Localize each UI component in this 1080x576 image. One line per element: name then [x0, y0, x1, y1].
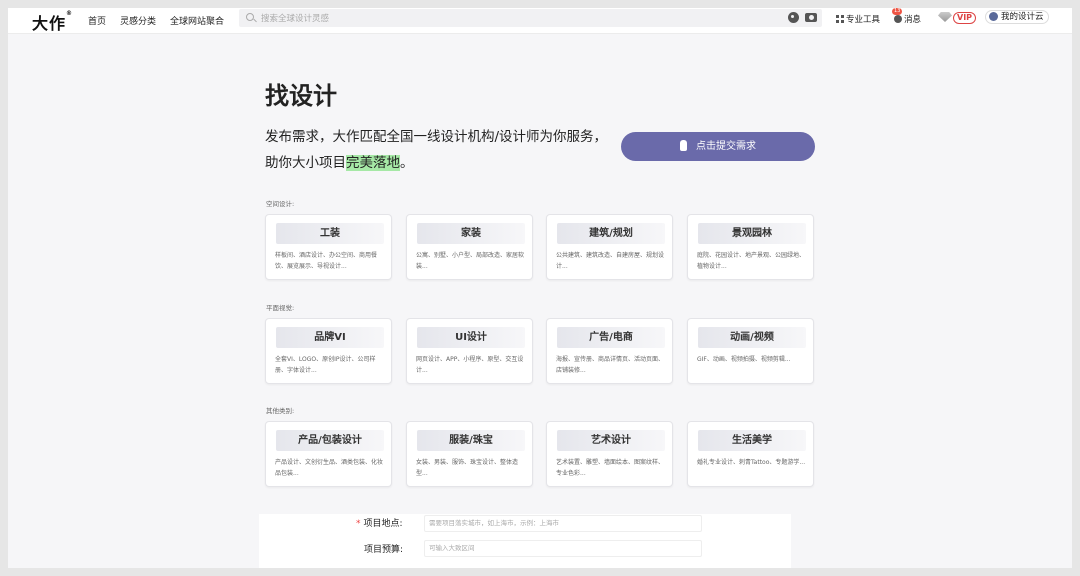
intro-line-2: 助你大小项目完美落地。	[265, 155, 414, 171]
card-title: 生活美学	[698, 430, 806, 451]
my-design-cloud-button[interactable]: 我的设计云	[985, 10, 1049, 24]
highlighted-text: 完美落地	[346, 155, 400, 171]
category-card[interactable]: 产品/包装设计 产品设计、文创衍生品、酒类包装、化妆品包装...	[265, 421, 392, 487]
card-title: 建筑/规划	[557, 223, 665, 244]
nav-link-home[interactable]: 首页	[88, 14, 106, 27]
category-card[interactable]: 广告/电商 海报、宣传册、商品详情页、活动页面、店铺装修...	[546, 318, 673, 384]
avatar	[989, 12, 998, 21]
card-desc: 样板间、酒店设计、办公空间、商用餐饮、展览展示、导视设计...	[275, 252, 378, 270]
card-desc: 公寓、别墅、小户型、局部改造、家居软装...	[416, 252, 525, 270]
budget-input[interactable]: 可输入大致区间	[424, 540, 702, 557]
category-card[interactable]: 艺术设计 艺术装置、雕塑、墙面绘本、图案纹样、专业色彩...	[546, 421, 673, 487]
page-frame: 大作® 首页 灵感分类 全球网站聚合 搜索全球设计灵感 专业工具 13 消息 V…	[8, 8, 1072, 568]
location-label: * 项目地点:	[356, 519, 403, 529]
card-title: 动画/视频	[698, 327, 806, 348]
messages-button[interactable]: 消息	[894, 13, 921, 25]
card-desc: 网页设计、APP、小程序、原型、交互设计...	[416, 356, 524, 374]
nav-link-global-sites[interactable]: 全球网站聚合	[170, 14, 224, 27]
category-card[interactable]: 景观园林 庭院、花园设计、地产景观、公园绿地、植物设计...	[687, 214, 814, 280]
card-desc: 艺术装置、雕塑、墙面绘本、图案纹样、专业色彩...	[556, 459, 665, 477]
card-desc: 全套VI、LOGO、原创IP设计、公司样册、字体设计...	[275, 356, 376, 374]
card-desc: 庭院、花园设计、地产景观、公园绿地、植物设计...	[697, 252, 806, 270]
camera-icon[interactable]	[805, 13, 817, 22]
grid-icon	[836, 15, 844, 23]
card-title: 品牌VI	[276, 327, 384, 348]
card-desc: GIF、动画、视频拍摄、视频剪辑...	[697, 356, 791, 363]
registered-mark: ®	[66, 10, 74, 17]
location-input[interactable]: 需要项目落实城市，如上海市，示例：上海市	[424, 515, 702, 532]
bell-icon	[894, 15, 902, 23]
card-desc: 女装、男装、服饰、珠宝设计、整体造型...	[416, 459, 519, 477]
nav-link-categories[interactable]: 灵感分类	[120, 14, 156, 27]
card-title: 广告/电商	[557, 327, 665, 348]
category-card[interactable]: 家装 公寓、别墅、小户型、局部改造、家居软装...	[406, 214, 533, 280]
category-card[interactable]: 建筑/规划 公共建筑、建筑改造、自建房屋、规划设计...	[546, 214, 673, 280]
submit-request-button[interactable]: 点击提交需求	[621, 132, 815, 161]
card-title: 产品/包装设计	[276, 430, 384, 451]
diamond-icon	[938, 12, 952, 22]
card-title: 服装/珠宝	[417, 430, 525, 451]
category-card[interactable]: 服装/珠宝 女装、男装、服饰、珠宝设计、整体造型...	[406, 421, 533, 487]
palette-icon[interactable]	[788, 12, 799, 23]
card-desc: 公共建筑、建筑改造、自建房屋、规划设计...	[556, 252, 665, 270]
required-mark: *	[356, 519, 361, 529]
card-title: 工装	[276, 223, 384, 244]
budget-label: 项目预算:	[364, 545, 404, 555]
section-label-graphic: 平面视觉:	[266, 304, 295, 312]
request-form: * 项目地点: 需要项目落实城市，如上海市，示例：上海市 项目预算: 可输入大致区…	[259, 514, 791, 568]
category-card[interactable]: 工装 样板间、酒店设计、办公空间、商用餐饮、展览展示、导视设计...	[265, 214, 392, 280]
pointer-hand-icon	[680, 140, 687, 151]
card-title: 艺术设计	[557, 430, 665, 451]
top-nav: 大作® 首页 灵感分类 全球网站聚合 搜索全球设计灵感 专业工具 13 消息 V…	[8, 8, 1072, 34]
logo[interactable]: 大作®	[32, 10, 73, 34]
pro-tools-button[interactable]: 专业工具	[836, 13, 880, 25]
page-title: 找设计	[265, 82, 337, 110]
category-card[interactable]: 品牌VI 全套VI、LOGO、原创IP设计、公司样册、字体设计...	[265, 318, 392, 384]
category-card[interactable]: 生活美学 婚礼专业设计、刺青Tattoo、专题游学...	[687, 421, 814, 487]
intro-line-1: 发布需求，大作匹配全国一线设计机构/设计师为你服务，	[265, 129, 608, 145]
category-card[interactable]: 动画/视频 GIF、动画、视频拍摄、视频剪辑...	[687, 318, 814, 384]
category-card[interactable]: UI设计 网页设计、APP、小程序、原型、交互设计...	[406, 318, 533, 384]
card-title: 家装	[417, 223, 525, 244]
search-icon	[246, 13, 254, 21]
card-desc: 产品设计、文创衍生品、酒类包装、化妆品包装...	[275, 459, 384, 477]
card-title: 景观园林	[698, 223, 806, 244]
section-label-space: 空间设计:	[266, 200, 295, 208]
search-bar[interactable]: 搜索全球设计灵感	[239, 9, 822, 27]
card-title: UI设计	[417, 327, 525, 348]
vip-label: VIP	[953, 12, 977, 24]
section-label-other: 其他类别:	[266, 407, 295, 415]
card-desc: 婚礼专业设计、刺青Tattoo、专题游学...	[697, 459, 806, 466]
search-placeholder: 搜索全球设计灵感	[261, 14, 330, 24]
card-desc: 海报、宣传册、商品详情页、活动页面、店铺装修...	[556, 356, 665, 374]
